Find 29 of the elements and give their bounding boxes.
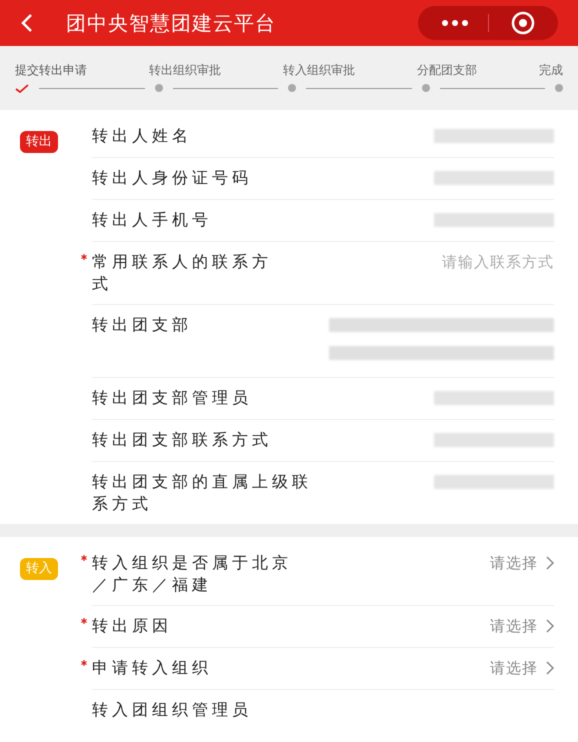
chevron-icon — [546, 661, 554, 676]
chevron-icon — [546, 619, 554, 634]
field-label: 转入组织是否属于北京／广东／福建 — [92, 552, 293, 596]
select-field[interactable]: 请选择 — [490, 552, 554, 574]
field-label: 转出团支部联系方式 — [92, 429, 273, 451]
chevron-icon — [546, 556, 554, 570]
step-label: 提交转出申请 — [15, 62, 87, 77]
step-label: 转入组织审批 — [283, 62, 355, 77]
field-label: 常用联系人的联系方式 — [92, 251, 273, 295]
page-title: 团中央智慧团建云平台 — [66, 10, 276, 37]
section-badge: 转出 — [20, 131, 58, 152]
select-field[interactable]: 请选择 — [490, 615, 554, 638]
field-label: 转出原因 — [92, 615, 173, 637]
field-label: 转出团支部管理员 — [92, 387, 253, 409]
input-field[interactable]: 请输入联系方式 — [404, 251, 554, 274]
more-icon[interactable] — [442, 19, 468, 27]
field-label: 转出人手机号 — [92, 209, 213, 231]
step-label: 转出组织审批 — [149, 62, 221, 77]
back-icon[interactable] — [20, 12, 34, 34]
field-label: 转入团组织管理员 — [92, 699, 253, 721]
field-label: 转出团支部 — [92, 314, 193, 336]
field-label: 转出人姓名 — [92, 125, 193, 147]
select-field[interactable]: 请选择 — [490, 657, 554, 680]
field-label: 转出团支部的直属上级联系方式 — [92, 471, 313, 515]
field-label: 转出人身份证号码 — [92, 167, 253, 189]
section-badge: 转入 — [20, 558, 58, 580]
step-label: 分配团支部 — [417, 62, 477, 77]
field-label: 申请转入组织 — [92, 657, 213, 679]
step-label: 完成 — [539, 62, 563, 77]
